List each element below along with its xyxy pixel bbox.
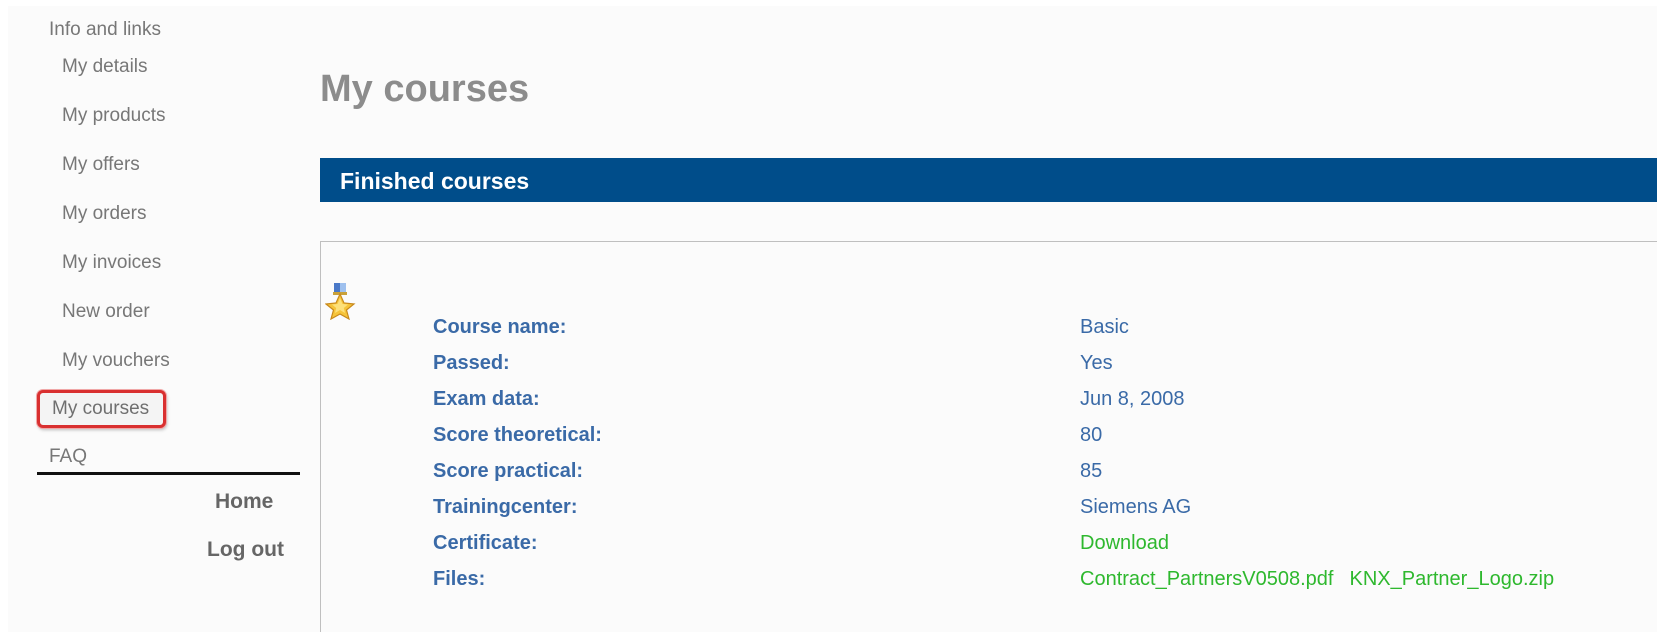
sidebar-item-my-invoices[interactable]: My invoices (62, 252, 161, 274)
file-link-logo-zip[interactable]: KNX_Partner_Logo.zip (1350, 568, 1555, 590)
page: Info and links My details My products My… (0, 0, 1657, 632)
files-list: Contract_PartnersV0508.pdf KNX_Partner_Lo… (1080, 568, 1570, 591)
trainingcenter-label: Trainingcenter: (433, 496, 578, 518)
sidebar-item-my-details[interactable]: My details (62, 56, 148, 78)
sidebar-item-new-order[interactable]: New order (62, 301, 150, 323)
sidebar-item-my-vouchers[interactable]: My vouchers (62, 350, 170, 372)
logout-link[interactable]: Log out (207, 538, 284, 562)
sidebar-item-faq[interactable]: FAQ (49, 446, 87, 468)
medal-icon (325, 283, 356, 320)
home-link[interactable]: Home (215, 490, 273, 514)
files-label: Files: (433, 568, 486, 590)
file-link-contract-pdf[interactable]: Contract_PartnersV0508.pdf (1080, 568, 1334, 590)
score-practical-value: 85 (1080, 460, 1103, 482)
score-theoretical-label: Score theoretical: (433, 424, 602, 446)
trainingcenter-value: Siemens AG (1080, 496, 1192, 518)
page-title: My courses (320, 68, 530, 110)
course-name-label: Course name: (433, 316, 567, 338)
sidebar-item-my-orders[interactable]: My orders (62, 203, 146, 225)
sidebar-divider (37, 472, 300, 475)
score-practical-label: Score practical: (433, 460, 584, 482)
sidebar: Info and links My details My products My… (0, 0, 300, 632)
passed-value: Yes (1080, 352, 1113, 374)
sidebar-item-my-courses[interactable]: My courses (37, 390, 167, 428)
course-name-value: Basic (1080, 316, 1129, 338)
exam-data-value: Jun 8, 2008 (1080, 388, 1185, 410)
section-header: Finished courses (320, 158, 1657, 202)
sidebar-heading: Info and links (49, 19, 161, 40)
section-title: Finished courses (340, 168, 530, 194)
sidebar-item-my-products[interactable]: My products (62, 105, 165, 127)
exam-data-label: Exam data: (433, 388, 540, 410)
passed-label: Passed: (433, 352, 510, 374)
certificate-label: Certificate: (433, 532, 538, 554)
course-card: Course name: Basic Passed: Yes Exam data… (320, 241, 1657, 632)
sidebar-item-my-offers[interactable]: My offers (62, 154, 140, 176)
score-theoretical-value: 80 (1080, 424, 1103, 446)
certificate-download-link[interactable]: Download (1080, 532, 1169, 555)
